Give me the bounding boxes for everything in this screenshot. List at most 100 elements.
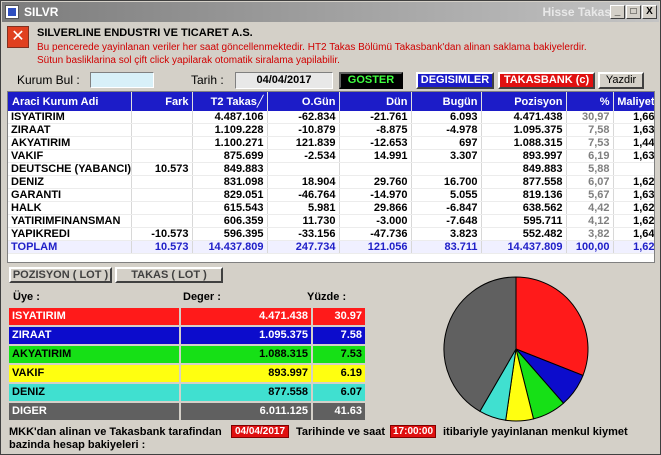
table-cell — [131, 214, 193, 229]
table-cell: 5.055 — [411, 188, 482, 203]
table-row[interactable]: ZIRAAT 1.109.228 -10.879 -8.875 -4.978 1.095.… — [8, 123, 654, 138]
table-cell: -46.764 — [267, 188, 340, 203]
table-cell: HALK — [8, 201, 132, 216]
total-cell: 121.056 — [339, 240, 412, 255]
table-cell: 831.098 — [192, 175, 268, 190]
table-cell: 7,58 — [566, 123, 614, 138]
table-cell: 1,63 — [613, 149, 654, 164]
table-cell: 1,63 — [613, 123, 654, 138]
table-cell: 5.981 — [267, 201, 340, 216]
column-header[interactable]: T2 Takas╱ — [192, 92, 268, 111]
table-row[interactable]: DEUTSCHE (YABANCI) 10.573 849.883 849.883 5,… — [8, 162, 654, 177]
table-row[interactable]: VAKIF 875.699 -2.534 14.991 3.307 893.997 6,19… — [8, 149, 654, 164]
table-cell: 4.471.438 — [481, 111, 567, 125]
table-cell: 7,53 — [566, 136, 614, 151]
summary-pct: 7.53 — [313, 346, 365, 363]
table-cell: -14.970 — [339, 188, 412, 203]
column-header[interactable]: Fark — [131, 92, 193, 111]
table-cell: 121.839 — [267, 136, 340, 151]
total-cell: 83.711 — [411, 240, 482, 255]
summary-row: DENIZ 877.558 6.07 — [9, 384, 365, 401]
column-header[interactable]: Bugün — [411, 92, 482, 111]
table-cell: 877.558 — [481, 175, 567, 190]
table-cell: 596.395 — [192, 227, 268, 242]
table-cell: GARANTI — [8, 188, 132, 203]
table-cell: -8.875 — [339, 123, 412, 138]
table-cell: 1,63 — [613, 188, 654, 203]
yazdir-button[interactable]: Yazdir — [598, 72, 644, 89]
table-cell: 1.100.271 — [192, 136, 268, 151]
summary-value: 6.011.125 — [181, 403, 311, 420]
table-row[interactable]: AKYATIRIM 1.100.271 121.839 -12.653 697 1.088… — [8, 136, 654, 151]
table-cell — [411, 162, 482, 177]
degisimler-button[interactable]: DEGISIMLER — [416, 72, 494, 89]
table-cell: -4.978 — [411, 123, 482, 138]
summary-value: 4.471.438 — [181, 308, 311, 325]
minimize-button[interactable]: _ — [610, 5, 625, 19]
table-cell: ISYATIRIM — [8, 111, 132, 125]
table-cell: ZIRAAT — [8, 123, 132, 138]
tab-pozisyon[interactable]: POZISYON ( LOT ) — [9, 267, 112, 283]
total-cell: 10.573 — [131, 240, 193, 255]
kurum-label: Kurum Bul : — [17, 73, 80, 87]
table-cell: 1,62 — [613, 201, 654, 216]
table-cell — [613, 162, 654, 177]
maximize-button[interactable]: □ — [626, 5, 641, 19]
table-cell: YAPIKREDI — [8, 227, 132, 242]
table-row[interactable]: YAPIKREDI -10.573 596.395 -33.156 -47.736 3.8… — [8, 227, 654, 242]
table-cell: 697 — [411, 136, 482, 151]
info-panel: ✕ SILVERLINE ENDUSTRI VE TICARET A.S. Bu… — [7, 26, 655, 68]
table-cell: 1,66 — [613, 111, 654, 125]
footer-date: 04/04/2017 — [231, 425, 289, 438]
table-row[interactable]: GARANTI 829.051 -46.764 -14.970 5.055 819.136… — [8, 188, 654, 203]
summary-row: ISYATIRIM 4.471.438 30.97 — [9, 308, 365, 325]
summary-name: ISYATIRIM — [9, 308, 179, 325]
column-header[interactable]: Dün — [339, 92, 412, 111]
close-x-icon[interactable]: ✕ — [7, 26, 29, 48]
table-row[interactable]: HALK 615.543 5.981 29.866 -6.847 638.562 4,42 1… — [8, 201, 654, 216]
summary-pct: 41.63 — [313, 403, 365, 420]
table-cell: 1.109.228 — [192, 123, 268, 138]
app-window: SILVR Hisse Takas _ □ X ✕ SILVERLINE END… — [0, 0, 661, 455]
close-button[interactable]: X — [642, 5, 657, 19]
date-field[interactable]: 04/04/2017 — [235, 72, 333, 89]
column-header[interactable]: % — [566, 92, 614, 111]
table-cell: 29.866 — [339, 201, 412, 216]
tab-takas[interactable]: TAKAS ( LOT ) — [115, 267, 223, 283]
table-cell: YATIRIMFINANSMAN — [8, 214, 132, 229]
summary-header-yuzde: Yüzde : — [307, 291, 347, 303]
total-cell: TOPLAM — [8, 240, 132, 255]
table-cell — [131, 136, 193, 151]
title-bar[interactable]: SILVR Hisse Takas _ □ X — [2, 2, 659, 22]
table-cell: -12.653 — [339, 136, 412, 151]
summary-pct: 30.97 — [313, 308, 365, 325]
table-cell: -6.847 — [411, 201, 482, 216]
table-row[interactable]: YATIRIMFINANSMAN 606.359 11.730 -3.000 -7.64… — [8, 214, 654, 229]
table-cell: -10.879 — [267, 123, 340, 138]
kurum-search-input[interactable] — [90, 72, 154, 88]
table-row[interactable]: ISYATIRIM 4.487.106 -62.834 -21.761 6.093 4.4… — [8, 111, 654, 125]
table-header-row: Araci Kurum Adi Fark T2 Takas╱ O.Gün Dün Bugü… — [8, 92, 654, 111]
table-cell: 819.136 — [481, 188, 567, 203]
summary-value: 1.088.315 — [181, 346, 311, 363]
table-cell — [339, 162, 412, 177]
summary-name: VAKIF — [9, 365, 179, 382]
table-cell: 829.051 — [192, 188, 268, 203]
info-line-1: Bu pencerede yayinlanan veriler her saat… — [37, 42, 587, 53]
table-cell: 1,64 — [613, 227, 654, 242]
summary-name: DENIZ — [9, 384, 179, 401]
goster-button[interactable]: GOSTER — [339, 72, 403, 89]
column-header[interactable]: O.Gün — [267, 92, 340, 111]
table-cell: 3,82 — [566, 227, 614, 242]
total-cell: 100,00 — [566, 240, 614, 255]
table-cell: 1,44 — [613, 136, 654, 151]
column-header[interactable]: Pozisyon — [481, 92, 567, 111]
column-header[interactable]: Maliyet — [613, 92, 654, 111]
table-cell: 1,62 — [613, 214, 654, 229]
table-cell: -10.573 — [131, 227, 193, 242]
table-row[interactable]: DENIZ 831.098 18.904 29.760 16.700 877.558 6,0… — [8, 175, 654, 190]
takasbank-button[interactable]: TAKASBANK (c) — [498, 72, 595, 89]
summary-pct: 6.07 — [313, 384, 365, 401]
column-header[interactable]: Araci Kurum Adi — [8, 92, 132, 111]
table-cell: 595.711 — [481, 214, 567, 229]
